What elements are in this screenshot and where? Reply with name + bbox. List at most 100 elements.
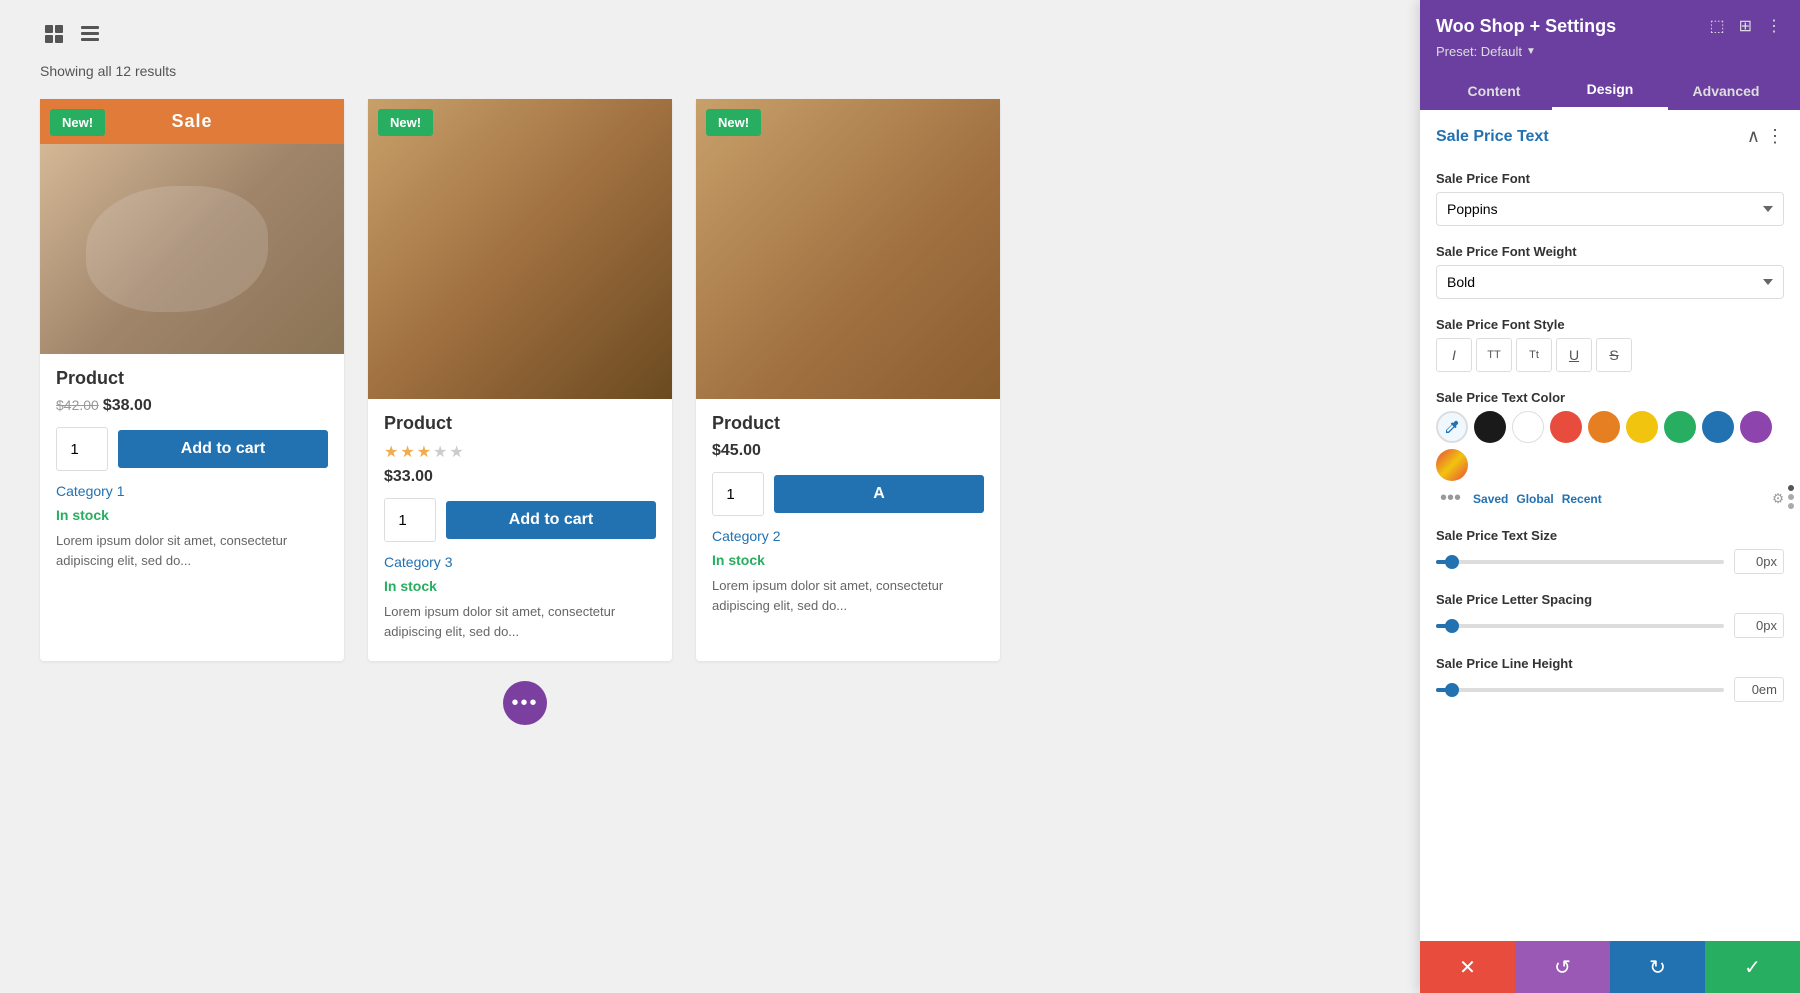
category-link[interactable]: Category 3	[384, 554, 452, 570]
letter-spacing-label: Sale Price Letter Spacing	[1436, 592, 1784, 607]
size-slider-row: 0px	[1436, 549, 1784, 574]
color-gradient-button[interactable]	[1436, 449, 1468, 481]
in-stock-label: In stock	[696, 552, 1000, 568]
font-field: Sale Price Font Poppins Roboto Open Sans	[1436, 171, 1784, 226]
italic-button[interactable]: I	[1436, 338, 1472, 372]
size-value-input[interactable]: 0px	[1734, 549, 1784, 574]
product-category: Category 1	[40, 483, 344, 501]
font-select[interactable]: Poppins Roboto Open Sans	[1436, 192, 1784, 226]
letter-spacing-slider-thumb[interactable]	[1445, 619, 1459, 633]
size-slider-thumb[interactable]	[1445, 555, 1459, 569]
product-card: New! Product $45.00 A Category 2 In stoc…	[696, 99, 1000, 661]
section-menu-button[interactable]: ⋮	[1766, 126, 1784, 147]
scroll-dot	[1788, 494, 1794, 500]
line-height-slider-thumb[interactable]	[1445, 683, 1459, 697]
letter-spacing-field: Sale Price Letter Spacing 0px	[1436, 592, 1784, 638]
section-collapse-button[interactable]: ∧	[1747, 126, 1760, 147]
list-view-button[interactable]	[76, 20, 104, 51]
grid-view-button[interactable]	[40, 20, 68, 51]
color-black-button[interactable]	[1474, 411, 1506, 443]
strikethrough-button[interactable]: S	[1596, 338, 1632, 372]
eyedropper-button[interactable]	[1436, 411, 1468, 443]
quantity-input[interactable]	[56, 427, 108, 471]
product-image	[368, 99, 672, 399]
price-sale: $45.00	[712, 442, 761, 459]
category-link[interactable]: Category 1	[56, 483, 124, 499]
scroll-dot	[1788, 485, 1794, 491]
panel-footer: ✕ ↺ ↻ ✓	[1420, 941, 1800, 993]
more-icon[interactable]: ⋮	[1764, 14, 1784, 38]
in-stock-label: In stock	[40, 507, 344, 523]
letter-spacing-slider-track	[1436, 624, 1724, 628]
product-category: Category 3	[368, 554, 672, 572]
color-yellow-button[interactable]	[1626, 411, 1658, 443]
section-title: Sale Price Text	[1436, 128, 1549, 146]
redo-button[interactable]: ↻	[1610, 941, 1705, 993]
size-field: Sale Price Text Size 0px	[1436, 528, 1784, 574]
star-empty: ★	[433, 442, 447, 462]
collapse-icon[interactable]: ⬚	[1707, 14, 1726, 38]
product-title: Product	[712, 413, 984, 434]
color-picker-row	[1436, 411, 1784, 481]
price-sale: $33.00	[384, 468, 433, 485]
product-info: Product ★ ★ ★ ★ ★ $33.00	[368, 399, 672, 486]
font-style-field: Sale Price Font Style I TT Tt U S	[1436, 317, 1784, 372]
cancel-button[interactable]: ✕	[1420, 941, 1515, 993]
product-title: Product	[56, 368, 328, 389]
color-red-button[interactable]	[1550, 411, 1582, 443]
star-filled: ★	[400, 442, 414, 462]
panel-title-row: Woo Shop + Settings ⬚ ⊞ ⋮	[1436, 14, 1784, 38]
uppercase-button[interactable]: TT	[1476, 338, 1512, 372]
quantity-input[interactable]	[712, 472, 764, 516]
preset-arrow-icon: ▼	[1526, 46, 1536, 57]
product-image	[696, 99, 1000, 399]
global-colors-tab[interactable]: Global	[1516, 492, 1553, 506]
font-weight-label: Sale Price Font Weight	[1436, 244, 1784, 259]
saved-colors-tab[interactable]: Saved	[1473, 492, 1508, 506]
category-link[interactable]: Category 2	[712, 528, 780, 544]
tab-advanced[interactable]: Advanced	[1668, 71, 1784, 110]
recent-colors-tab[interactable]: Recent	[1562, 492, 1602, 506]
color-green-button[interactable]	[1664, 411, 1696, 443]
star-filled: ★	[384, 442, 398, 462]
product-description: Lorem ipsum dolor sit amet, consectetur …	[40, 531, 344, 570]
shop-area: Showing all 12 results Sale New! Product…	[0, 0, 1050, 745]
tab-design[interactable]: Design	[1552, 71, 1668, 110]
product-image-wrap: New!	[696, 99, 1000, 399]
underline-button[interactable]: U	[1556, 338, 1592, 372]
add-to-cart-button[interactable]: Add to cart	[446, 501, 656, 539]
price-sale: $38.00	[103, 397, 152, 414]
undo-button[interactable]: ↺	[1515, 941, 1610, 993]
section-header: Sale Price Text ∧ ⋮	[1436, 126, 1784, 155]
add-to-cart-button[interactable]: Add to cart	[118, 430, 328, 468]
font-style-label: Sale Price Font Style	[1436, 317, 1784, 332]
color-blue-button[interactable]	[1702, 411, 1734, 443]
color-settings-button[interactable]: ⚙	[1772, 491, 1784, 507]
add-to-cart-row: A	[696, 472, 1000, 516]
line-height-value-input[interactable]: 0em	[1734, 677, 1784, 702]
product-image-wrap: Sale New!	[40, 99, 344, 354]
font-label: Sale Price Font	[1436, 171, 1784, 186]
confirm-button[interactable]: ✓	[1705, 941, 1800, 993]
line-height-field: Sale Price Line Height 0em	[1436, 656, 1784, 702]
scroll-dot	[1788, 503, 1794, 509]
expand-icon[interactable]: ⊞	[1737, 14, 1754, 38]
line-height-label: Sale Price Line Height	[1436, 656, 1784, 671]
star-filled: ★	[417, 442, 431, 462]
tab-content[interactable]: Content	[1436, 71, 1552, 110]
more-options-button[interactable]: •••	[503, 681, 547, 725]
showing-results: Showing all 12 results	[40, 63, 1010, 79]
add-to-cart-button[interactable]: A	[774, 475, 984, 513]
product-price: $42.00$38.00	[56, 397, 328, 415]
color-orange-button[interactable]	[1588, 411, 1620, 443]
add-to-cart-row: Add to cart	[368, 498, 672, 542]
font-weight-select[interactable]: Bold Normal Light	[1436, 265, 1784, 299]
capitalize-button[interactable]: Tt	[1516, 338, 1552, 372]
color-white-button[interactable]	[1512, 411, 1544, 443]
products-grid: Sale New! Product $42.00$38.00 Add to ca…	[40, 99, 1000, 661]
product-badge-new: New!	[378, 109, 433, 136]
quantity-input[interactable]	[384, 498, 436, 542]
letter-spacing-value-input[interactable]: 0px	[1734, 613, 1784, 638]
color-purple-button[interactable]	[1740, 411, 1772, 443]
panel-title: Woo Shop + Settings	[1436, 16, 1616, 37]
